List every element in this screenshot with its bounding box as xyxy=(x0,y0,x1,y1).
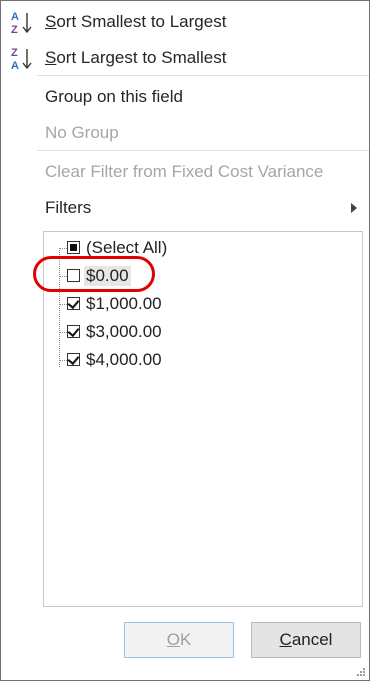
filter-dropdown-menu: A Z Sort Smallest to Largest Z A Sort La… xyxy=(0,0,370,681)
filter-item-label: $4,000.00 xyxy=(86,350,162,369)
value-4000-checkbox[interactable] xyxy=(67,352,80,366)
sort-descending-icon: Z A xyxy=(11,47,32,71)
checkmark-icon xyxy=(67,352,80,366)
no-group-label: No Group xyxy=(45,123,119,142)
highlight-annotation-circle xyxy=(33,256,155,292)
svg-text:A: A xyxy=(11,11,19,23)
resize-grip-icon[interactable] xyxy=(357,668,365,676)
filter-item-1000[interactable]: $1,000.00 xyxy=(44,290,344,318)
sort-ascending-menu-item[interactable]: A Z Sort Smallest to Largest xyxy=(1,5,369,39)
group-on-field-label: Group on this field xyxy=(45,87,183,106)
svg-text:Z: Z xyxy=(11,47,18,59)
sort-descending-label: Sort Largest to Smallest xyxy=(45,48,227,67)
clear-filter-menu-item: Clear Filter from Fixed Cost Variance xyxy=(1,155,369,189)
ok-button[interactable]: OK xyxy=(124,622,234,658)
cancel-button[interactable]: Cancel xyxy=(251,622,361,658)
filter-item-label: (Select All) xyxy=(86,238,168,257)
svg-text:Z: Z xyxy=(11,24,18,35)
submenu-arrow-icon xyxy=(351,203,357,213)
filter-item-label: $3,000.00 xyxy=(86,322,162,341)
filter-item-4000[interactable]: $4,000.00 xyxy=(44,346,344,374)
checkmark-icon xyxy=(67,324,80,338)
filters-menu-item[interactable]: Filters xyxy=(1,191,369,225)
partial-check-icon xyxy=(70,244,77,251)
svg-text:A: A xyxy=(11,60,19,71)
value-3000-checkbox[interactable] xyxy=(67,324,80,338)
filters-label: Filters xyxy=(45,198,92,217)
sort-descending-menu-item[interactable]: Z A Sort Largest to Smallest xyxy=(1,41,369,75)
checkmark-icon xyxy=(67,296,80,310)
sort-ascending-label: Sort Smallest to Largest xyxy=(45,12,227,31)
clear-filter-label: Clear Filter from Fixed Cost Variance xyxy=(45,162,324,181)
select-all-checkbox[interactable] xyxy=(67,241,80,254)
group-on-field-menu-item[interactable]: Group on this field xyxy=(1,80,369,114)
value-1000-checkbox[interactable] xyxy=(67,296,80,310)
sort-ascending-icon: A Z xyxy=(11,11,32,35)
no-group-menu-item: No Group xyxy=(1,116,369,150)
filter-item-3000[interactable]: $3,000.00 xyxy=(44,318,344,346)
menu-separator xyxy=(37,150,369,151)
menu-separator xyxy=(37,75,369,76)
filter-item-label: $1,000.00 xyxy=(86,294,162,313)
